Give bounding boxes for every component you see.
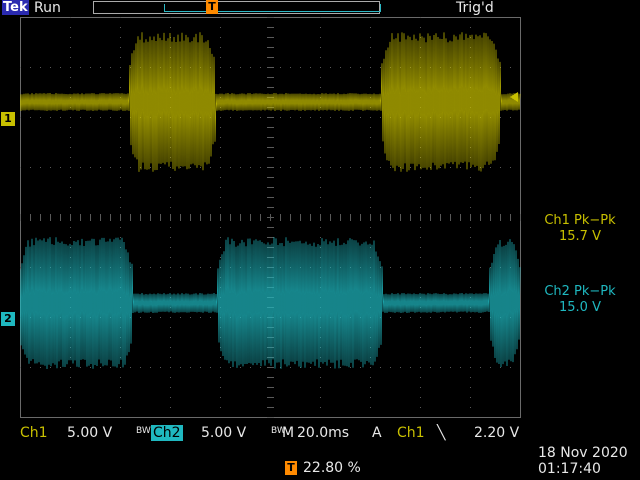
measurement-value: 15.7 V xyxy=(559,229,601,244)
time-display: 01:17:40 xyxy=(538,461,601,477)
waveform-display xyxy=(20,17,521,418)
ch1-label[interactable]: Ch1 xyxy=(20,425,48,441)
trigger-slope-icon: ╲ xyxy=(437,425,446,441)
trigger-mode: A xyxy=(372,425,382,441)
record-view-bracket xyxy=(164,4,381,12)
measurement-ch1-pkpk: Ch1 Pk−Pk 15.7 V xyxy=(530,213,630,245)
measurement-value: 15.0 V xyxy=(559,300,601,315)
horizontal-position-icon: T xyxy=(285,461,297,475)
ruler-trigger-icon: T xyxy=(206,0,218,14)
measurement-label: Ch1 Pk−Pk xyxy=(544,213,616,228)
ch2-vertical-scale: 5.00 V xyxy=(201,425,247,441)
timebase-value: 20.0ms xyxy=(297,425,350,441)
ch2-label[interactable]: Ch2 xyxy=(151,425,183,441)
run-status: Run xyxy=(34,0,61,16)
ch1-vertical-scale: 5.00 V xyxy=(67,425,113,441)
measurement-ch2-pkpk: Ch2 Pk−Pk 15.0 V xyxy=(530,284,630,316)
brand-logo: Tek xyxy=(2,0,29,15)
trigger-level-icon[interactable] xyxy=(510,92,518,102)
measurement-label: Ch2 Pk−Pk xyxy=(544,284,616,299)
ch1-ground-marker[interactable]: 1 xyxy=(1,112,15,126)
record-view-ruler xyxy=(93,1,381,14)
timebase-label: M xyxy=(282,425,295,441)
date-display: 18 Nov 2020 xyxy=(538,445,628,461)
horizontal-position-value: 22.80 % xyxy=(303,460,361,476)
trigger-status: Trig'd xyxy=(456,0,494,16)
ch1-bandwidth-limit: BW xyxy=(136,426,151,436)
trigger-level-value: 2.20 V xyxy=(474,425,520,441)
ch2-ground-marker[interactable]: 2 xyxy=(1,312,15,326)
trigger-source: Ch1 xyxy=(397,425,425,441)
